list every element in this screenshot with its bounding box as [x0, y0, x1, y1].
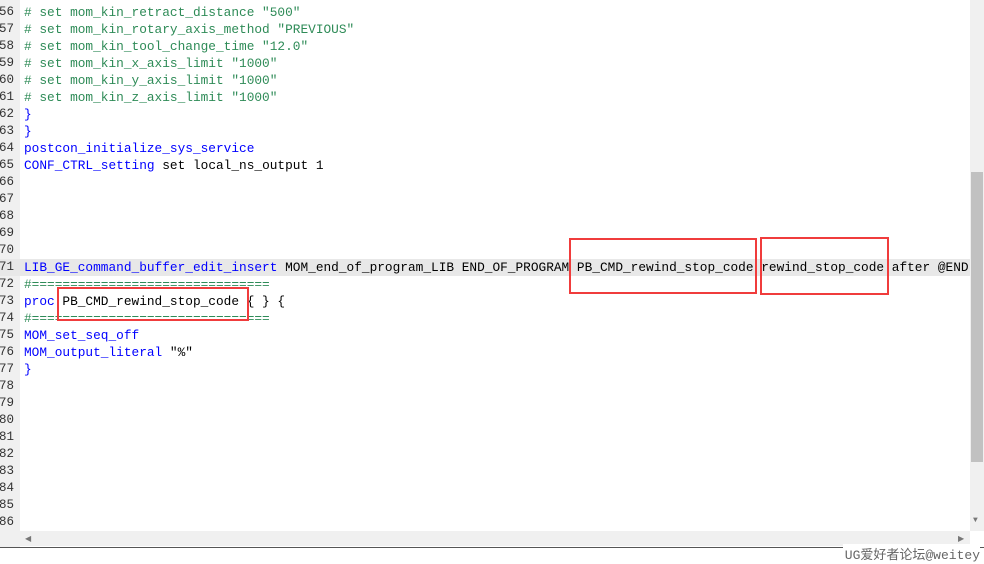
line-code: MOM_output_literal "%": [24, 344, 193, 361]
line-code: # set mom_kin_z_axis_limit "1000": [24, 89, 277, 106]
line-number: 64: [0, 141, 14, 155]
line-number: 65: [0, 158, 14, 172]
line-number: 68: [0, 209, 14, 223]
line-number: 77: [0, 362, 14, 376]
line-number: 57: [0, 22, 14, 36]
line-code: }: [24, 106, 32, 123]
line-number: 78: [0, 379, 14, 393]
horizontal-scrollbar[interactable]: ◀ ▶: [20, 531, 970, 546]
code-line[interactable]: 79: [0, 395, 970, 412]
code-token: }: [24, 107, 32, 122]
code-line[interactable]: 78: [0, 378, 970, 395]
line-number: 84: [0, 481, 14, 495]
code-line[interactable]: 67: [0, 191, 970, 208]
line-number: 56: [0, 5, 14, 19]
code-line[interactable]: 62}: [0, 106, 970, 123]
code-line[interactable]: 64 postcon_initialize_sys_service: [0, 140, 970, 157]
code-line[interactable]: 83: [0, 463, 970, 480]
line-number: 71: [0, 260, 14, 274]
code-line[interactable]: 75 MOM_set_seq_off: [0, 327, 970, 344]
code-line[interactable]: 60 # set mom_kin_y_axis_limit "1000": [0, 72, 970, 89]
code-token: }: [24, 124, 32, 139]
line-number: 70: [0, 243, 14, 257]
line-number: 72: [0, 277, 14, 291]
code-line[interactable]: 59 # set mom_kin_x_axis_limit "1000": [0, 55, 970, 72]
code-line[interactable]: 84: [0, 480, 970, 497]
code-token: MOM_set_seq_off: [24, 328, 140, 343]
code-line[interactable]: 81: [0, 429, 970, 446]
code-token: # set mom_kin_x_axis_limit "1000": [24, 56, 278, 71]
line-number: 63: [0, 124, 14, 138]
line-code: # set mom_kin_rotary_axis_method "PREVIO…: [24, 21, 354, 38]
code-line[interactable]: 82: [0, 446, 970, 463]
code-line[interactable]: 85: [0, 497, 970, 514]
line-number: 85: [0, 498, 14, 512]
code-token: "%": [162, 345, 193, 360]
code-token: set local_ns_output 1: [154, 158, 324, 173]
watermark: UG爱好者论坛@weitey: [842, 544, 980, 563]
line-number: 62: [0, 107, 14, 121]
code-line[interactable]: 65 CONF_CTRL_setting set local_ns_output …: [0, 157, 970, 174]
line-number: 60: [0, 73, 14, 87]
code-token: CONF_CTRL_setting: [24, 158, 155, 173]
code-line[interactable]: 58 # set mom_kin_tool_change_time "12.0": [0, 38, 970, 55]
line-code: # set mom_kin_y_axis_limit "1000": [24, 72, 277, 89]
line-code: postcon_initialize_sys_service: [24, 140, 254, 157]
highlight-box-cmd-name: [760, 237, 889, 295]
code-line[interactable]: 57 # set mom_kin_rotary_axis_method "PREV…: [0, 21, 970, 38]
line-code: # set mom_kin_x_axis_limit "1000": [24, 55, 277, 72]
line-number: 67: [0, 192, 14, 206]
status-bar: UG爱好者论坛@weitey: [0, 544, 984, 564]
line-number: 83: [0, 464, 14, 478]
line-number: 76: [0, 345, 14, 359]
code-token: # set mom_kin_y_axis_limit "1000": [24, 73, 278, 88]
code-token: LIB_GE_command_buffer_edit_insert: [24, 260, 278, 275]
line-number: 81: [0, 430, 14, 444]
code-token: MOM_output_literal: [24, 345, 163, 360]
code-line[interactable]: 76 MOM_output_literal "%": [0, 344, 970, 361]
line-number: 73: [0, 294, 14, 308]
line-number: 74: [0, 311, 14, 325]
line-number: 61: [0, 90, 14, 104]
code-line[interactable]: 80: [0, 412, 970, 429]
highlight-box-proc-def: [57, 287, 249, 321]
scrollbar-thumb[interactable]: [971, 172, 983, 462]
line-number: 75: [0, 328, 14, 342]
line-number: 69: [0, 226, 14, 240]
line-number: 86: [0, 515, 14, 529]
scroll-down-arrow-icon[interactable]: ▼: [973, 516, 978, 525]
code-token: # set mom_kin_rotary_axis_method "PREVIO…: [24, 22, 355, 37]
line-number: 66: [0, 175, 14, 189]
line-code: }: [24, 361, 32, 378]
line-number: 79: [0, 396, 14, 410]
code-token: postcon_initialize_sys_service: [24, 141, 255, 156]
line-code: CONF_CTRL_setting set local_ns_output 1: [24, 157, 324, 174]
scroll-right-arrow-icon[interactable]: ▶: [958, 534, 964, 544]
line-code: # set mom_kin_retract_distance "500": [24, 4, 300, 21]
line-number: 82: [0, 447, 14, 461]
line-number: 80: [0, 413, 14, 427]
code-token: # set mom_kin_retract_distance "500": [24, 5, 301, 20]
scroll-left-arrow-icon[interactable]: ◀: [25, 534, 31, 544]
code-line[interactable]: 61 # set mom_kin_z_axis_limit "1000": [0, 89, 970, 106]
highlight-box-proc-name: [569, 238, 757, 294]
code-token: # set mom_kin_tool_change_time "12.0": [24, 39, 309, 54]
line-code: }: [24, 123, 32, 140]
line-number: 58: [0, 39, 14, 53]
code-line[interactable]: 86: [0, 514, 970, 531]
code-line[interactable]: 56 # set mom_kin_retract_distance "500": [0, 4, 970, 21]
line-code: MOM_set_seq_off: [24, 327, 139, 344]
code-line[interactable]: 66: [0, 174, 970, 191]
code-token: proc: [24, 294, 55, 309]
line-number: 59: [0, 56, 14, 70]
line-code: # set mom_kin_tool_change_time "12.0": [24, 38, 308, 55]
code-token: }: [24, 362, 32, 377]
code-token: # set mom_kin_z_axis_limit "1000": [24, 90, 278, 105]
vertical-scrollbar[interactable]: ▼: [970, 0, 984, 531]
code-line[interactable]: 77}: [0, 361, 970, 378]
code-line[interactable]: 68: [0, 208, 970, 225]
code-line[interactable]: 63}: [0, 123, 970, 140]
